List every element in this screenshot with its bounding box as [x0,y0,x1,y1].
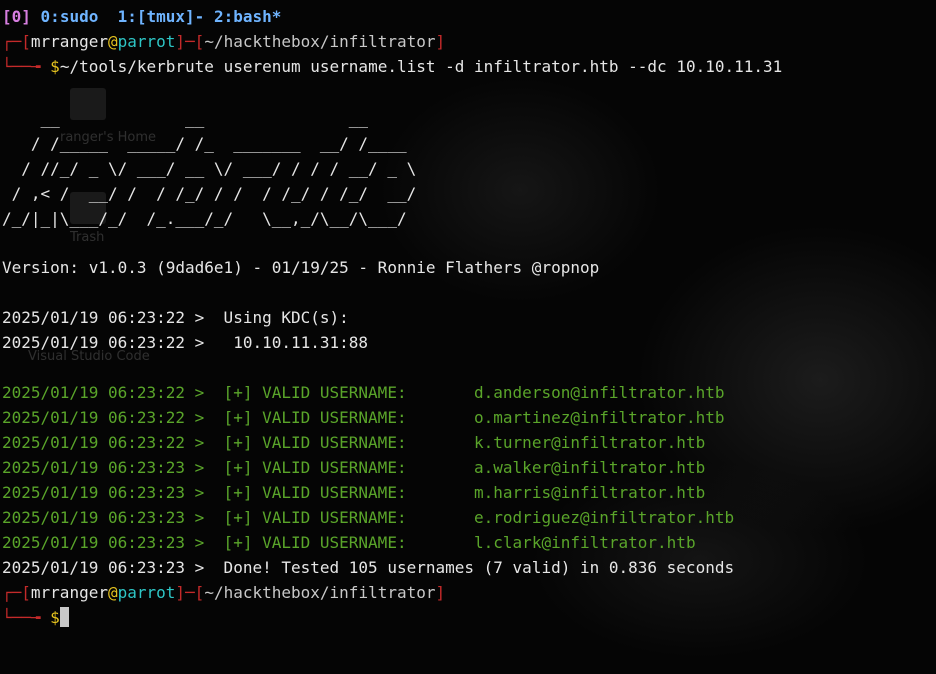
tmux-session-index: [0] [2,7,31,26]
valid-username: e.rodriguez@infiltrator.htb [474,508,735,527]
command-text: ~/tools/kerbrute userenum username.list … [59,57,783,76]
tmux-window-list[interactable]: 0:sudo 1:[tmux]- 2:bash* [41,7,282,26]
valid-user-line: 2025/01/19 06:23:23 > [+] VALID USERNAME… [2,458,706,477]
prompt-user: mrranger [30,583,108,602]
valid-user-line: 2025/01/19 06:23:22 > [+] VALID USERNAME… [2,408,725,427]
banner-line: / //_/ _ \/ ___/ __ \/ ___/ / / / __/ _ … [2,159,417,178]
valid-username: d.anderson@infiltrator.htb [474,383,725,402]
banner-line: __ __ __ [2,109,417,128]
valid-user-line: 2025/01/19 06:23:23 > [+] VALID USERNAME… [2,508,735,527]
command-input-line[interactable]: └──╼ $ [2,605,69,630]
desktop-trash-label: Trash [70,230,105,245]
valid-user-line: 2025/01/19 06:23:23 > [+] VALID USERNAME… [2,533,696,552]
prompt-line: ┌─[mrranger@parrot]─[~/hackthebox/infilt… [2,583,446,602]
terminal-window[interactable]: ranger's Home Trash Visual Studio Code [… [0,0,936,674]
kdc-line: 2025/01/19 06:23:22 > 10.10.11.31:88 [2,333,369,352]
valid-user-line: 2025/01/19 06:23:22 > [+] VALID USERNAME… [2,383,725,402]
prompt-path: ~/hackthebox/infiltrator [204,583,436,602]
valid-username: a.walker@infiltrator.htb [474,458,706,477]
prompt-host: parrot [117,32,176,51]
command-line: └──╼ $~/tools/kerbrute userenum username… [2,57,783,76]
banner-line: / ,< / __/ / / /_/ / / / /_/ / /_/ __/ [2,184,417,203]
prompt-host: parrot [117,583,176,602]
valid-username: o.martinez@infiltrator.htb [474,408,725,427]
valid-user-line: 2025/01/19 06:23:22 > [+] VALID USERNAME… [2,433,706,452]
banner-line: /_/|_|\___/_/ /_.___/_/ \__,_/\__/\___/ [2,209,417,228]
text-cursor [59,607,69,627]
banner-line: / /_____ _____/ /_ _______ __/ /____ [2,134,417,153]
prompt-line: ┌─[mrranger@parrot]─[~/hackthebox/infilt… [2,32,446,51]
kdc-line: 2025/01/19 06:23:22 > Using KDC(s): [2,308,349,327]
summary-line: 2025/01/19 06:23:23 > Done! Tested 105 u… [2,558,735,577]
prompt-user: mrranger [30,32,108,51]
valid-username: m.harris@infiltrator.htb [474,483,706,502]
version-line: Version: v1.0.3 (9dad6e1) - 01/19/25 - R… [2,258,600,277]
valid-username: k.turner@infiltrator.htb [474,433,706,452]
tmux-status-bar: [0] 0:sudo 1:[tmux]- 2:bash* [2,4,281,29]
valid-user-line: 2025/01/19 06:23:23 > [+] VALID USERNAME… [2,483,706,502]
valid-username: l.clark@infiltrator.htb [474,533,696,552]
prompt-path: ~/hackthebox/infiltrator [204,32,436,51]
